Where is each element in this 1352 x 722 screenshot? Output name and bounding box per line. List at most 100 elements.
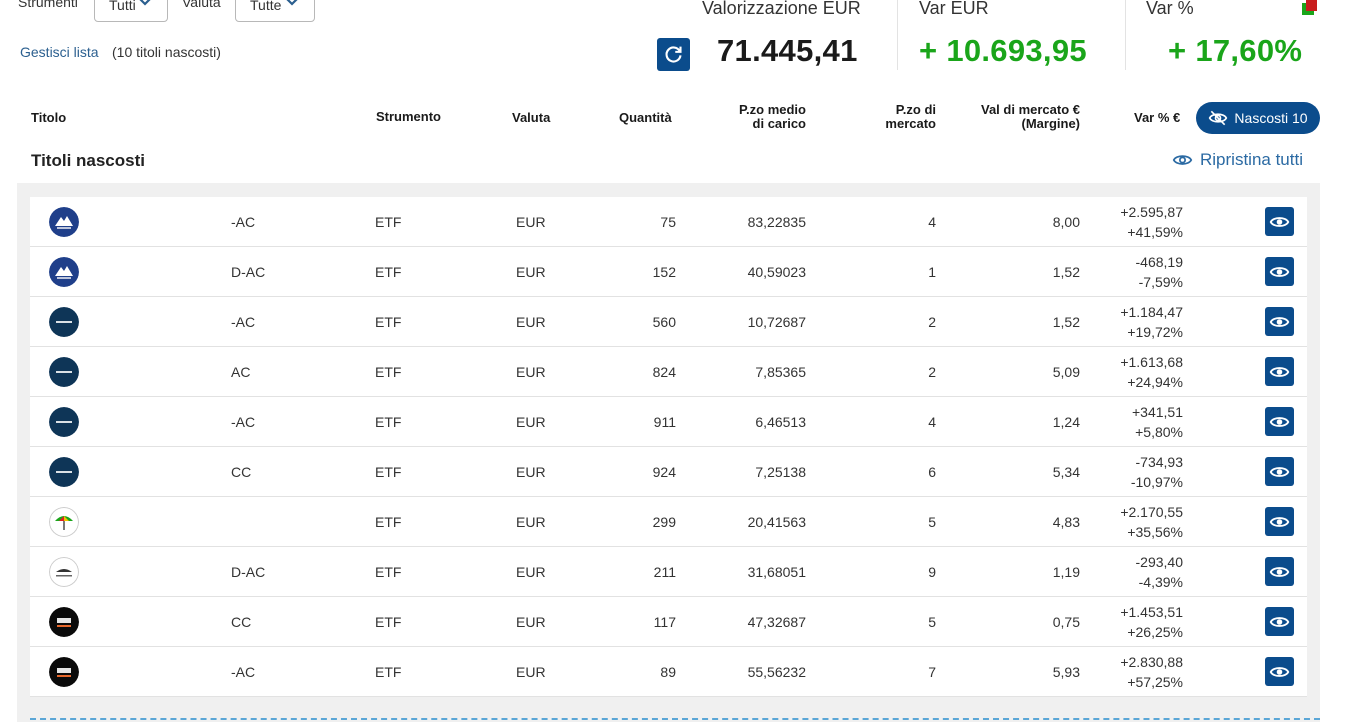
col-pzo-medio: P.zo medio di carico bbox=[739, 102, 806, 131]
valuta-select-value: Tutte bbox=[250, 0, 282, 13]
chevron-down-icon bbox=[286, 0, 298, 6]
val-mercato-cell: 8,00 bbox=[1052, 214, 1080, 230]
pzo-mercato-cell: 2 bbox=[928, 364, 936, 380]
section-title: Titoli nascosti bbox=[31, 151, 145, 170]
pzo-mercato-cell: 5 bbox=[928, 614, 936, 630]
var-pct: -10,97% bbox=[1130, 474, 1183, 490]
eye-icon bbox=[1172, 155, 1193, 165]
titolo-name: D-AC bbox=[231, 264, 266, 280]
titolo-name: -AC bbox=[231, 314, 256, 330]
pzo-medio-cell: 47,32687 bbox=[747, 614, 806, 630]
section-divider bbox=[30, 718, 1320, 720]
var-abs: -293,40 bbox=[1135, 554, 1183, 570]
strumenti-select[interactable]: Tutti bbox=[94, 0, 168, 22]
umbrella-logo-icon bbox=[49, 507, 79, 537]
valuta-cell: EUR bbox=[516, 564, 546, 580]
valuta-label: Valuta bbox=[182, 0, 221, 10]
table-row: CC ETF EUR 924 7,25138 6 5,34 -734,93 -10,97% bbox=[30, 447, 1307, 497]
quantita-cell: 560 bbox=[652, 314, 676, 330]
hidden-count-note: (10 titoli nascosti) bbox=[112, 44, 221, 60]
var-pct: +57,25% bbox=[1127, 674, 1183, 690]
valuta-cell: EUR bbox=[516, 214, 546, 230]
show-title-button[interactable] bbox=[1265, 507, 1294, 536]
strumento-cell: ETF bbox=[375, 314, 402, 330]
hidden-toggle-button[interactable]: Nascosti 10 bbox=[1196, 102, 1320, 134]
show-title-button[interactable] bbox=[1265, 307, 1294, 336]
show-title-button[interactable] bbox=[1265, 257, 1294, 286]
chevron-down-icon bbox=[139, 0, 151, 6]
titolo-name: CC bbox=[231, 464, 252, 480]
table-row: AC ETF EUR 824 7,85365 2 5,09 +1.613,68 +24,94% bbox=[30, 347, 1307, 397]
table-row: -AC ETF EUR 911 6,46513 4 1,24 +341,51 +5,80% bbox=[30, 397, 1307, 447]
col-val-mercato: Val di mercato € (Margine) bbox=[981, 102, 1080, 131]
val-mercato-cell: 4,83 bbox=[1052, 514, 1080, 530]
pzo-medio-cell: 83,22835 bbox=[747, 214, 806, 230]
quantita-cell: 75 bbox=[660, 214, 676, 230]
valuta-cell: EUR bbox=[516, 514, 546, 530]
show-title-button[interactable] bbox=[1265, 557, 1294, 586]
val-mercato-cell: 1,24 bbox=[1052, 414, 1080, 430]
eye-off-icon bbox=[1209, 110, 1228, 126]
pzo-mercato-cell: 9 bbox=[928, 564, 936, 580]
eye-icon bbox=[1269, 566, 1290, 577]
val-mercato-cell: 5,09 bbox=[1052, 364, 1080, 380]
quantita-cell: 924 bbox=[652, 464, 676, 480]
var-abs: +2.830,88 bbox=[1120, 654, 1183, 670]
restore-all-label: Ripristina tutti bbox=[1200, 150, 1303, 169]
strumento-cell: ETF bbox=[375, 364, 402, 380]
quantita-cell: 117 bbox=[653, 614, 676, 630]
show-title-button[interactable] bbox=[1265, 357, 1294, 386]
manage-list-link[interactable]: Gestisci lista bbox=[20, 44, 99, 60]
restore-all-link[interactable]: Ripristina tutti bbox=[1172, 150, 1303, 170]
var-pct: +19,72% bbox=[1127, 324, 1183, 340]
var-abs: +341,51 bbox=[1132, 404, 1183, 420]
show-title-button[interactable] bbox=[1265, 607, 1294, 636]
var-eur-label: Var EUR bbox=[919, 0, 989, 18]
var-pct-label: Var % bbox=[1146, 0, 1194, 18]
var-cell: +1.184,47 +19,72% bbox=[1120, 302, 1183, 342]
table-row: -AC ETF EUR 89 55,56232 7 5,93 +2.830,88 +57,25% bbox=[30, 647, 1307, 697]
valuta-select[interactable]: Tutte bbox=[235, 0, 315, 22]
show-title-button[interactable] bbox=[1265, 407, 1294, 436]
var-abs: +1.613,68 bbox=[1120, 354, 1183, 370]
refresh-icon bbox=[665, 46, 682, 63]
var-eur-value: + 10.693,95 bbox=[919, 33, 1087, 68]
var-pct: -4,39% bbox=[1138, 574, 1183, 590]
eye-icon bbox=[1269, 316, 1290, 327]
pzo-mercato-cell: 2 bbox=[928, 314, 936, 330]
quantita-cell: 211 bbox=[653, 564, 676, 580]
var-cell: -468,19 -7,59% bbox=[1136, 252, 1183, 292]
table-row: D-AC ETF EUR 211 31,68051 9 1,19 -293,40 -4,39% bbox=[30, 547, 1307, 597]
strumento-cell: ETF bbox=[375, 464, 402, 480]
titolo-name: CC bbox=[231, 614, 252, 630]
eye-icon bbox=[1269, 516, 1290, 527]
titolo-name: -AC bbox=[231, 214, 256, 230]
strumenti-label: Strumenti bbox=[18, 0, 78, 10]
show-title-button[interactable] bbox=[1265, 457, 1294, 486]
val-mercato-cell: 5,34 bbox=[1052, 464, 1080, 480]
var-abs: -734,93 bbox=[1135, 454, 1183, 470]
show-title-button[interactable] bbox=[1265, 657, 1294, 686]
invesco-logo-icon bbox=[49, 207, 79, 237]
var-pct: +41,59% bbox=[1127, 224, 1183, 240]
summary-divider bbox=[1125, 0, 1126, 70]
refresh-button[interactable] bbox=[657, 38, 690, 71]
quantita-cell: 89 bbox=[660, 664, 676, 680]
col-var-pct: Var % € bbox=[1134, 110, 1181, 125]
var-pct: +24,94% bbox=[1127, 374, 1183, 390]
quantita-cell: 911 bbox=[653, 414, 676, 430]
table-row: -AC ETF EUR 560 10,72687 2 1,52 +1.184,47 +19,72… bbox=[30, 297, 1307, 347]
table-row: CC ETF EUR 117 47,32687 5 0,75 +1.453,51 +26,25% bbox=[30, 597, 1307, 647]
show-title-button[interactable] bbox=[1265, 207, 1294, 236]
valuta-cell: EUR bbox=[516, 414, 546, 430]
var-pct: +5,80% bbox=[1135, 424, 1183, 440]
eye-icon bbox=[1269, 466, 1290, 477]
pzo-mercato-cell: 4 bbox=[928, 414, 936, 430]
var-pct: +26,25% bbox=[1127, 624, 1183, 640]
valuta-cell: EUR bbox=[516, 264, 546, 280]
titolo-name: -AC bbox=[231, 414, 256, 430]
pzo-mercato-cell: 7 bbox=[928, 664, 936, 680]
var-abs: +2.170,55 bbox=[1120, 504, 1183, 520]
val-mercato-cell: 5,93 bbox=[1052, 664, 1080, 680]
strumento-cell: ETF bbox=[375, 414, 402, 430]
